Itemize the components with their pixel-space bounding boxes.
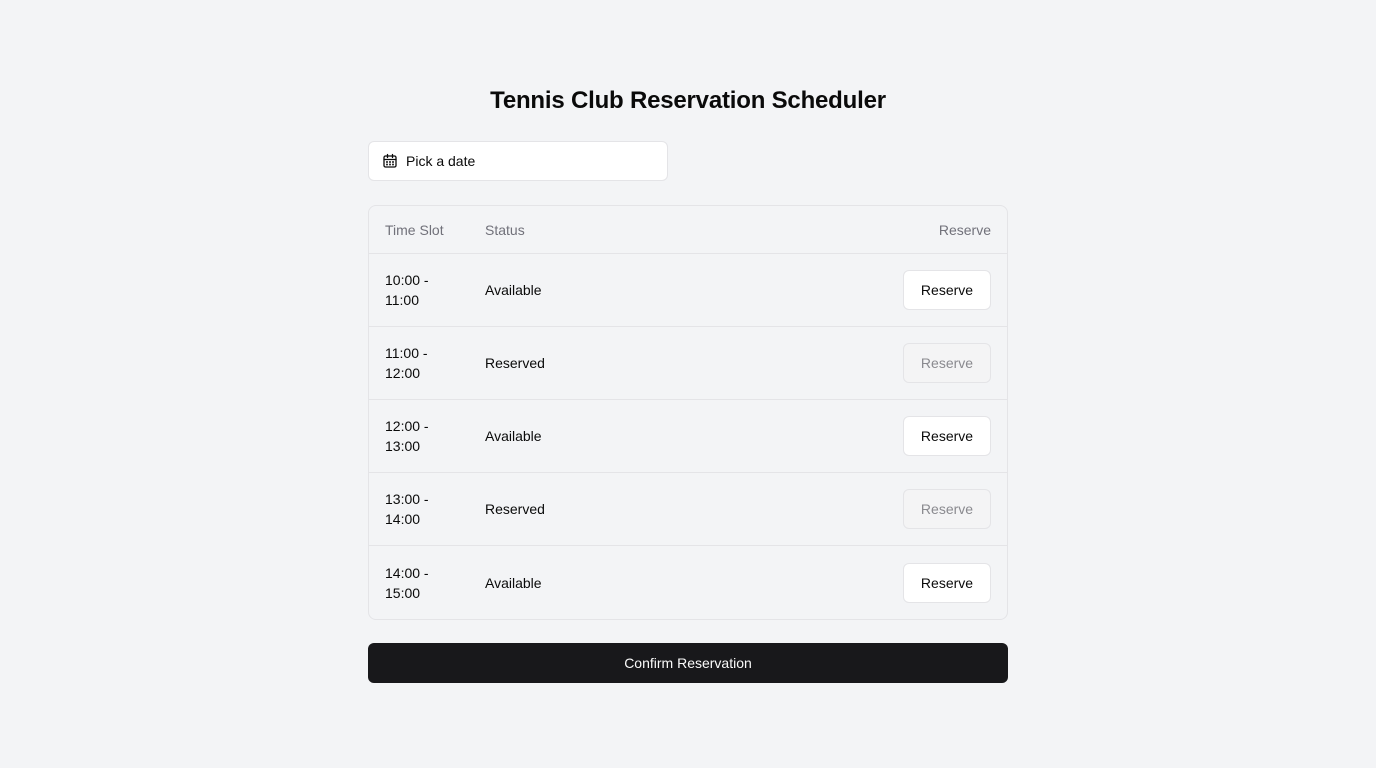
calendar-icon	[382, 153, 398, 169]
time-slot-table: Time Slot Status Reserve 10:00 - 11:00 A…	[368, 205, 1008, 620]
time-end: 11:00	[385, 292, 419, 308]
time-end: 13:00	[385, 438, 421, 454]
reserve-button[interactable]: Reserve	[903, 562, 991, 603]
date-picker-placeholder: Pick a date	[406, 153, 476, 169]
time-slot-cell: 13:00 - 14:00	[385, 489, 485, 529]
header-time-slot: Time Slot	[385, 221, 444, 238]
table-row: 10:00 - 11:00 Available Reserve	[369, 254, 1007, 327]
time-start: 10:00 -	[385, 272, 429, 288]
table-row: 14:00 - 15:00 Available Reserve	[369, 546, 1007, 619]
time-end: 12:00	[385, 365, 421, 381]
confirm-reservation-button[interactable]: Confirm Reservation	[368, 643, 1008, 683]
status-cell: Available	[485, 428, 542, 444]
time-start: 11:00 -	[385, 345, 428, 361]
table-header-row: Time Slot Status Reserve	[369, 206, 1007, 254]
status-cell: Available	[485, 282, 542, 298]
time-slot-cell: 14:00 - 15:00	[385, 563, 485, 603]
table-row: 13:00 - 14:00 Reserved Reserve	[369, 473, 1007, 546]
page-title: Tennis Club Reservation Scheduler	[490, 87, 886, 114]
status-cell: Reserved	[485, 355, 545, 371]
table-row: 12:00 - 13:00 Available Reserve	[369, 400, 1007, 473]
header-reserve: Reserve	[938, 221, 991, 238]
time-slot-cell: 12:00 - 13:00	[385, 416, 485, 456]
reserve-button[interactable]: Reserve	[903, 270, 991, 310]
time-end: 15:00	[385, 584, 421, 601]
header-status: Status	[485, 221, 525, 238]
status-cell: Available	[485, 574, 542, 591]
time-end: 14:00	[385, 511, 421, 527]
time-slot-cell: 10:00 - 11:00	[385, 270, 485, 310]
date-picker-button[interactable]: Pick a date	[368, 141, 668, 181]
reserve-button-disabled: Reserve	[903, 343, 991, 383]
reserve-button[interactable]: Reserve	[903, 416, 991, 456]
reserve-button-disabled: Reserve	[903, 489, 991, 529]
time-start: 12:00 -	[385, 418, 429, 434]
table-row: 11:00 - 12:00 Reserved Reserve	[369, 327, 1007, 400]
time-start: 14:00 -	[385, 564, 429, 581]
status-cell: Reserved	[485, 501, 545, 517]
time-slot-cell: 11:00 - 12:00	[385, 343, 485, 383]
time-start: 13:00 -	[385, 491, 429, 507]
